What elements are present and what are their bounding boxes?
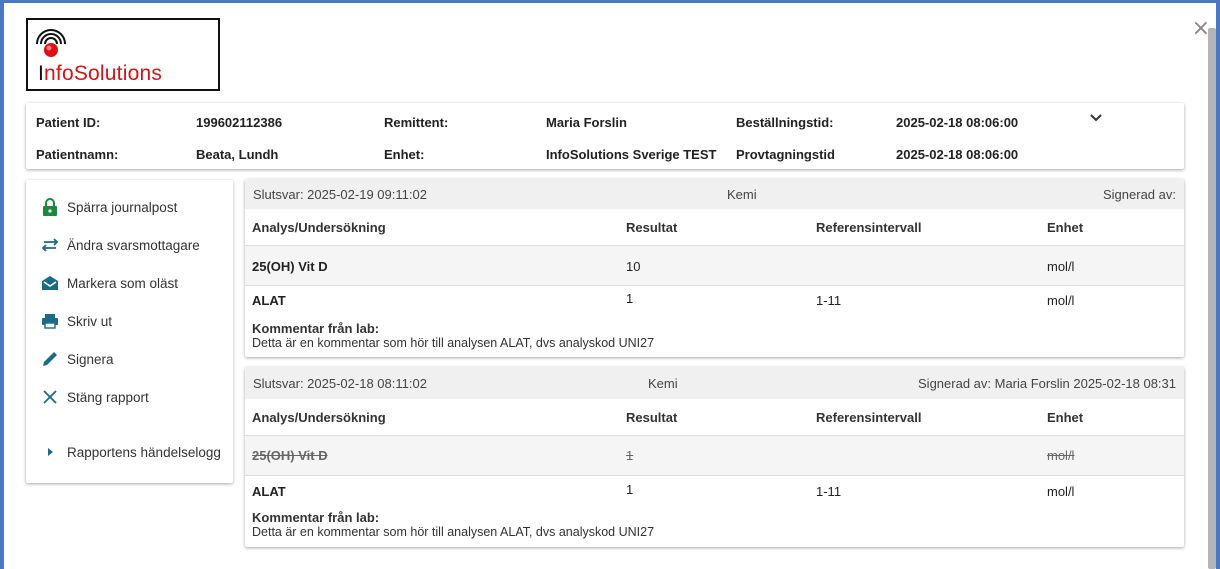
signed-text: Signerad av: bbox=[1103, 187, 1176, 202]
enhet-value: InfoSolutions Sverige TEST bbox=[546, 147, 717, 162]
provtagningstid-value: 2025-02-18 08:06:00 bbox=[896, 147, 1019, 162]
sidebar-item-handelselogg[interactable]: Rapportens händelselogg bbox=[40, 442, 221, 462]
slutsvar-text: Slutsvar: 2025-02-18 08:11:02 bbox=[253, 376, 427, 391]
column-analysis: Analys/Undersökning bbox=[252, 410, 386, 425]
patient-id-value: 199602112386 bbox=[196, 115, 283, 130]
printer-icon bbox=[40, 311, 60, 331]
reference-cell: 1-11 bbox=[816, 293, 842, 308]
report-header: Slutsvar: 2025-02-19 09:11:02 Kemi Signe… bbox=[245, 179, 1184, 209]
vertical-scrollbar[interactable] bbox=[1208, 28, 1216, 569]
lock-icon bbox=[40, 197, 60, 217]
unit-cell: mol/l bbox=[1047, 293, 1075, 308]
logo-signal-icon bbox=[36, 29, 66, 57]
category-text: Kemi bbox=[727, 187, 757, 202]
sidebar-item-label: Stäng rapport bbox=[67, 389, 149, 405]
column-reference: Referensintervall bbox=[816, 220, 922, 235]
comment-label: Kommentar från lab: bbox=[252, 321, 380, 336]
remittent-value: Maria Forslin bbox=[546, 115, 627, 130]
column-unit: Enhet bbox=[1047, 220, 1084, 235]
table-row: 25(OH) Vit D 1 mol/l bbox=[245, 435, 1184, 475]
swap-arrows-icon bbox=[40, 235, 60, 255]
envelope-open-icon bbox=[40, 273, 60, 293]
table-row: ALAT 1 1-11 mol/l Kommentar från lab: De… bbox=[245, 475, 1184, 547]
sidebar-item-andra-svarsmottagare[interactable]: Ändra svarsmottagare bbox=[40, 235, 200, 255]
result-cell: 1 bbox=[626, 291, 634, 306]
bestallningstid-label: Beställningstid: bbox=[736, 115, 834, 130]
column-result: Resultat bbox=[626, 410, 678, 425]
sidebar-item-label: Ändra svarsmottagare bbox=[67, 237, 200, 253]
column-reference: Referensintervall bbox=[816, 410, 922, 425]
sidebar-item-sparra-journalpost[interactable]: Spärra journalpost bbox=[40, 197, 177, 217]
caret-right-icon bbox=[40, 442, 60, 462]
table-row: 25(OH) Vit D 10 mol/l bbox=[245, 245, 1184, 285]
chevron-down-icon[interactable] bbox=[1090, 109, 1102, 125]
column-analysis: Analys/Undersökning bbox=[252, 220, 386, 235]
column-header-row: Analys/Undersökning Resultat Referensint… bbox=[245, 209, 1184, 245]
close-icon[interactable]: × bbox=[1192, 18, 1210, 40]
table-row: ALAT 1 1-11 mol/l Kommentar från lab: De… bbox=[245, 285, 1184, 357]
action-sidebar: Spärra journalpost Ändra svarsmottagare … bbox=[26, 180, 233, 483]
sidebar-item-skriv-ut[interactable]: Skriv ut bbox=[40, 311, 112, 331]
unit-cell: mol/l bbox=[1047, 259, 1075, 274]
category-text: Kemi bbox=[648, 376, 678, 391]
provtagningstid-label: Provtagningstid bbox=[736, 147, 835, 162]
sidebar-item-label: Skriv ut bbox=[67, 313, 113, 329]
analysis-cell: 25(OH) Vit D bbox=[252, 259, 328, 274]
sidebar-item-stang-rapport[interactable]: Stäng rapport bbox=[40, 387, 149, 407]
sidebar-item-label: Signera bbox=[67, 351, 114, 367]
report-card: Slutsvar: 2025-02-18 08:11:02 Kemi Signe… bbox=[245, 367, 1184, 547]
remittent-label: Remittent: bbox=[384, 115, 449, 130]
sidebar-item-label: Rapportens händelselogg bbox=[67, 444, 221, 460]
result-cell: 10 bbox=[626, 259, 641, 274]
patientnamn-label: Patientnamn: bbox=[36, 147, 119, 162]
column-header-row: Analys/Undersökning Resultat Referensint… bbox=[245, 399, 1184, 435]
comment-text: Detta är en kommentar som hör till analy… bbox=[252, 336, 655, 350]
report-header: Slutsvar: 2025-02-18 08:11:02 Kemi Signe… bbox=[245, 367, 1184, 399]
column-result: Resultat bbox=[626, 220, 678, 235]
infosolutions-logo: InfoSolutions bbox=[26, 18, 220, 91]
comment-label: Kommentar från lab: bbox=[252, 510, 380, 525]
pen-icon bbox=[40, 349, 60, 369]
comment-text: Detta är en kommentar som hör till analy… bbox=[252, 525, 655, 539]
patientnamn-value: Beata, Lundh bbox=[196, 147, 279, 162]
result-cell: 1 bbox=[626, 448, 634, 463]
result-cell: 1 bbox=[626, 482, 634, 497]
enhet-label: Enhet: bbox=[384, 147, 425, 162]
column-unit: Enhet bbox=[1047, 410, 1084, 425]
analysis-cell: ALAT bbox=[252, 293, 286, 308]
sidebar-item-label: Spärra journalpost bbox=[67, 199, 178, 215]
sidebar-item-markera-som-olast[interactable]: Markera som oläst bbox=[40, 273, 178, 293]
reference-cell: 1-11 bbox=[816, 484, 842, 499]
unit-cell: mol/l bbox=[1047, 484, 1075, 499]
sidebar-item-signera[interactable]: Signera bbox=[40, 349, 114, 369]
report-card: Slutsvar: 2025-02-19 09:11:02 Kemi Signe… bbox=[245, 179, 1184, 357]
sidebar-item-label: Markera som oläst bbox=[67, 275, 179, 291]
close-x-icon bbox=[40, 387, 60, 407]
analysis-cell: ALAT bbox=[252, 484, 286, 499]
slutsvar-text: Slutsvar: 2025-02-19 09:11:02 bbox=[253, 187, 427, 202]
logo-text: InfoSolutions bbox=[38, 62, 163, 85]
analysis-cell: 25(OH) Vit D bbox=[252, 448, 328, 463]
signed-text: Signerad av: Maria Forslin 2025-02-18 08… bbox=[918, 376, 1176, 391]
bestallningstid-value: 2025-02-18 08:06:00 bbox=[896, 115, 1019, 130]
unit-cell: mol/l bbox=[1047, 448, 1075, 463]
patient-id-label: Patient ID: bbox=[36, 115, 101, 130]
patient-header: Patient ID: 199602112386 Remittent: Mari… bbox=[26, 103, 1184, 169]
